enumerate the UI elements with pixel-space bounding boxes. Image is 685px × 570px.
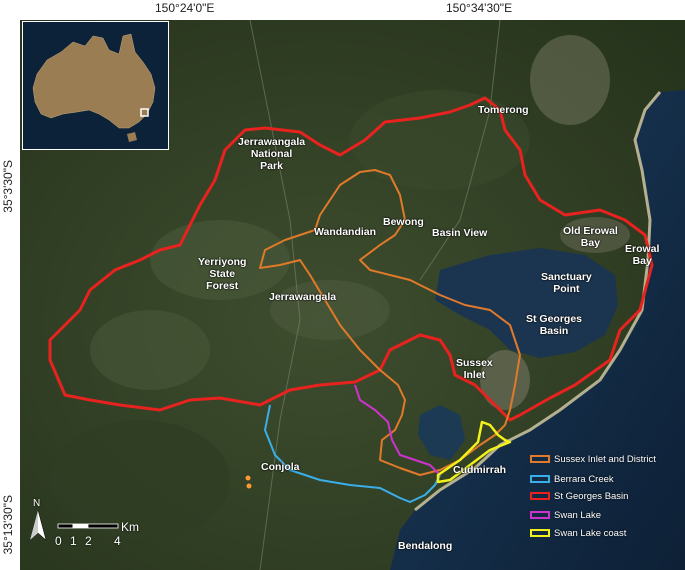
north-label: N bbox=[33, 498, 41, 509]
place-label-sanctuary-point: Sanctuary Point bbox=[541, 271, 592, 295]
scale-bar-segment bbox=[57, 523, 74, 529]
longitude-label-2: 150°34'30"E bbox=[446, 1, 513, 15]
legend-swatch bbox=[530, 455, 550, 463]
scale-tick-1: 1 bbox=[70, 534, 77, 548]
legend-label: St Georges Basin bbox=[554, 490, 629, 502]
longitude-label-1: 150°24'0"E bbox=[155, 1, 215, 15]
place-label-old-erowal-bay: Old Erowal Bay bbox=[563, 225, 618, 249]
legend-item-swan-lake-coast: Swan Lake coast bbox=[530, 524, 626, 542]
legend-item-swan-lake: Swan Lake bbox=[530, 506, 601, 524]
legend-item-st-georges-basin: St Georges Basin bbox=[530, 487, 628, 505]
place-label-conjola: Conjola bbox=[261, 461, 300, 473]
place-label-yerriyong-state-forest: Yerriyong State Forest bbox=[198, 256, 247, 292]
place-label-basin-view: Basin View bbox=[432, 227, 488, 239]
scale-tick-2: 2 bbox=[85, 534, 92, 548]
legend-label: Sussex Inlet and District bbox=[554, 453, 656, 465]
place-label-erowal-bay: Erowal Bay bbox=[625, 243, 660, 267]
tasmania bbox=[127, 132, 137, 142]
place-label-bewong: Bewong bbox=[383, 216, 424, 228]
inset-map-australia bbox=[22, 21, 169, 150]
australia-landmass bbox=[32, 33, 156, 129]
place-label-wandandian: Wandandian bbox=[314, 226, 377, 238]
place-label-cudmirrah: Cudmirrah bbox=[453, 464, 507, 476]
place-label-sussex-inlet: Sussex Inlet bbox=[456, 357, 493, 381]
place-label-bendalong: Bendalong bbox=[398, 540, 453, 552]
legend-label: Berrara Creek bbox=[554, 473, 614, 485]
town-marker bbox=[245, 475, 251, 481]
australia-outline bbox=[32, 33, 156, 142]
scale-unit: Km bbox=[121, 520, 139, 534]
urban-area bbox=[530, 35, 610, 125]
scale-bar-segment bbox=[87, 523, 119, 529]
place-label-st-georges-basin: St Georges Basin bbox=[526, 313, 583, 337]
place-label-jerrawangala-national-park: Jerrawangala National Park bbox=[238, 136, 306, 172]
scale-tick-0: 0 bbox=[55, 534, 62, 548]
scale-and-north: N 0 1 2 4 Km bbox=[28, 498, 148, 550]
legend-swatch bbox=[530, 475, 550, 483]
latitude-label-1: 35°3'30"S bbox=[1, 160, 15, 213]
legend: Sussex Inlet and District Berrara Creek … bbox=[530, 446, 680, 546]
legend-swatch bbox=[530, 511, 550, 519]
legend-item-sussex-inlet-district: Sussex Inlet and District bbox=[530, 450, 656, 468]
legend-item-berrara-creek: Berrara Creek bbox=[530, 470, 614, 488]
town-marker bbox=[246, 483, 252, 489]
terrain-patch bbox=[90, 310, 210, 390]
place-label-jerrawangala: Jerrawangala bbox=[269, 291, 337, 303]
scale-bar-segment bbox=[72, 523, 89, 529]
legend-label: Swan Lake coast bbox=[554, 527, 627, 539]
legend-swatch bbox=[530, 529, 550, 537]
latitude-label-2: 35°13'30"S bbox=[1, 495, 15, 555]
scale-tick-4: 4 bbox=[114, 534, 121, 548]
place-label-tomerong: Tomerong bbox=[478, 104, 529, 116]
legend-swatch bbox=[530, 492, 550, 500]
legend-label: Swan Lake bbox=[554, 509, 602, 521]
